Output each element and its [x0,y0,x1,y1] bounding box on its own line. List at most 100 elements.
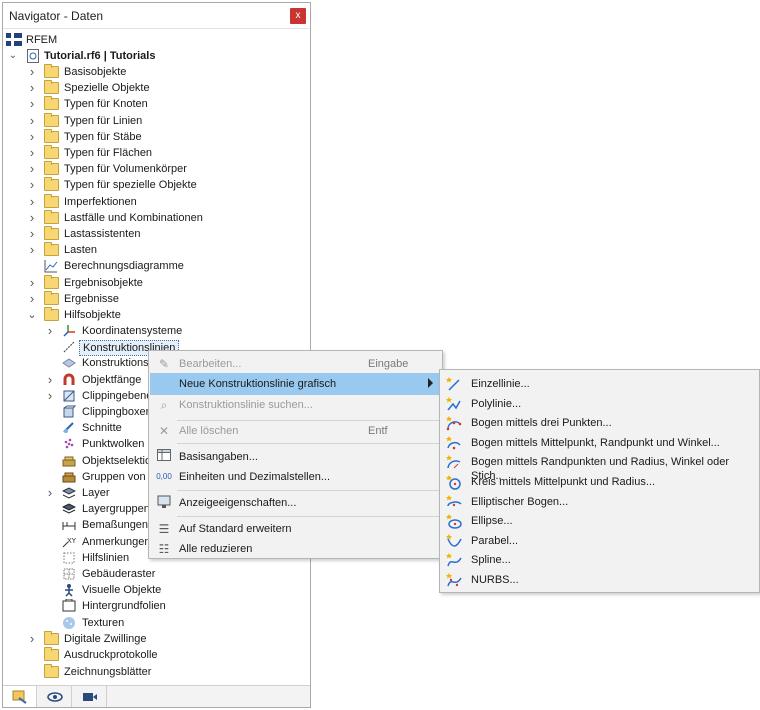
chevron-right-icon[interactable]: › [27,146,37,160]
tree-item[interactable]: › Lasten [3,242,310,258]
circle-icon [445,474,461,490]
tree-item[interactable]: Texturen [3,615,310,631]
tree-item[interactable]: Gebäuderaster [3,566,310,582]
chevron-right-icon[interactable]: › [27,275,37,290]
chevron-right-icon[interactable]: › [45,388,55,403]
menu-item-expand-default[interactable]: ☰ Auf Standard erweitern [150,518,441,540]
chevron-right-icon[interactable]: › [27,291,37,306]
tree-item[interactable]: Berechnungsdiagramme [3,258,310,274]
context-menu: ✎ Bearbeiten... Eingabe Neue Konstruktio… [148,350,443,559]
diagram-icon [44,259,60,273]
tree-item[interactable]: › Ergebnisobjekte [3,274,310,291]
chevron-right-icon[interactable]: › [27,113,37,128]
tree-project[interactable]: ⌄ Tutorial.rf6 | Tutorials [3,48,310,64]
tree-item[interactable]: › Lastfälle und Kombinationen [3,209,310,226]
chevron-right-icon[interactable]: › [27,65,37,79]
tree-item-label: Berechnungsdiagramme [64,260,184,273]
view-tab-icon[interactable] [38,686,72,707]
navigator-bottom-tabs [3,685,310,707]
chevron-right-icon[interactable]: › [27,178,37,192]
tree-item[interactable]: Zeichnungsblätter [3,663,310,680]
submenu-item[interactable]: Spline... [441,550,758,569]
submenu-item[interactable]: Ellipse... [441,511,758,530]
tree-item[interactable]: › Lastassistenten [3,226,310,242]
menu-item-bearbeiten[interactable]: ✎ Bearbeiten... Eingabe [150,353,441,375]
tree-item[interactable]: ⌄ Hilfsobjekte [3,307,310,323]
menu-item-einheiten[interactable]: 0,00 Einheiten und Dezimalstellen... [150,466,441,488]
arc-center-icon [445,435,461,451]
chevron-right-icon[interactable]: › [45,324,55,338]
chevron-right-icon[interactable]: › [27,210,37,225]
chevron-right-icon[interactable]: › [45,486,55,500]
tree-item[interactable]: › Typen für Knoten [3,96,310,112]
chevron-down-icon[interactable]: ⌄ [27,308,37,322]
menu-item-collapse-all[interactable]: ☷ Alle reduzieren [150,538,441,560]
tree-item[interactable]: › Typen für Flächen [3,145,310,161]
tree-item[interactable]: › Typen für spezielle Objekte [3,177,310,193]
tree-root[interactable]: RFEM [3,32,310,48]
folder-icon [44,631,60,646]
tree-item[interactable]: › Typen für Volumenkörper [3,161,310,177]
tree-item[interactable]: Ausdruckprotokolle [3,647,310,663]
select-icon [62,454,78,468]
tree-item[interactable]: › Typen für Stäbe [3,128,310,145]
tree-item[interactable]: › Imperfektionen [3,193,310,210]
submenu-item[interactable]: Elliptischer Bogen... [441,492,758,511]
menu-item-anzeigeeigenschaften[interactable]: Anzeigeeigenschaften... [150,492,441,514]
folder-icon [44,177,60,192]
menu-item-alle-loeschen[interactable]: ✕ Alle löschen Entf [150,420,441,442]
folder-shape [44,226,59,240]
tree-item-label: Visuelle Objekte [82,584,162,597]
menu-separator [177,516,439,517]
chevron-right-icon[interactable]: › [27,243,37,257]
submenu-item-label: Spline... [471,554,511,567]
chevron-right-icon[interactable]: › [27,194,37,209]
submenu-item-label: Bogen mittels drei Punkten... [471,417,612,430]
sheet-icon [62,598,78,613]
close-button[interactable]: x [290,8,306,24]
chevron-right-icon[interactable]: › [27,129,37,144]
video-tab-icon[interactable] [73,686,107,707]
tree-item[interactable]: › Spezielle Objekte [3,80,310,96]
submenu-item[interactable]: Bogen mittels Mittelpunkt, Randpunkt und… [441,433,758,452]
texture-icon [62,616,78,630]
submenu-item[interactable]: Parabel... [441,531,758,550]
chevron-right-icon[interactable]: › [27,162,37,176]
submenu-item[interactable]: Kreis mittels Mittelpunkt und Radius... [441,472,758,491]
tree-item[interactable]: Visuelle Objekte [3,582,310,598]
menu-item-neue-konstruktionslinie[interactable]: Neue Konstruktionslinie grafisch [150,373,441,395]
chevron-right-icon[interactable]: › [45,372,55,387]
tree-item-label: Ausdruckprotokolle [64,649,158,662]
folder-icon [44,307,60,322]
tree-item-label: Ergebnisse [64,292,120,305]
data-tab-icon[interactable] [3,686,37,707]
tree-item-label: Typen für Linien [64,114,143,127]
navigator-titlebar: Navigator - Daten x [3,3,310,29]
folder-icon [44,226,60,241]
submenu-item[interactable]: NURBS... [441,570,758,589]
tree-item[interactable]: › Basisobjekte [3,64,310,80]
tree-item[interactable]: › Koordinatensysteme [3,323,310,339]
menu-item-suchen[interactable]: ⌕ Konstruktionslinie suchen... [150,394,441,416]
tree-item[interactable]: › Digitale Zwillinge [3,631,310,647]
tree-root-label: RFEM [26,34,58,46]
chevron-right-icon[interactable]: › [27,81,37,95]
chevron-down-icon[interactable]: ⌄ [8,49,18,63]
submenu-item[interactable]: Einzellinie... [441,374,758,393]
submenu-item[interactable]: Bogen mittels drei Punkten... [441,413,758,432]
submenu-item[interactable]: Bogen mittels Randpunkten und Radius, Wi… [441,452,758,482]
tree-item[interactable]: › Ergebnisse [3,290,310,307]
chevron-right-icon[interactable]: › [27,97,37,111]
chevron-right-icon[interactable]: › [27,632,37,646]
chevron-right-icon[interactable]: › [27,227,37,241]
tree-item-label: Digitale Zwillinge [64,633,147,645]
construction-line-submenu: Einzellinie... Polylinie... Bogen mittels … [439,369,760,593]
folder-shape [44,145,59,159]
menu-item-basisangaben[interactable]: Basisangaben... [150,446,441,468]
menu-item-label: Auf Standard erweitern [179,523,292,535]
submenu-item[interactable]: Polylinie... [441,394,758,413]
tree-item[interactable]: Hintergrundfolien [3,598,310,614]
tree-item[interactable]: › Typen für Linien [3,112,310,129]
tree-item-label: Hilfslinien [82,551,130,564]
magnet-icon [62,373,78,387]
